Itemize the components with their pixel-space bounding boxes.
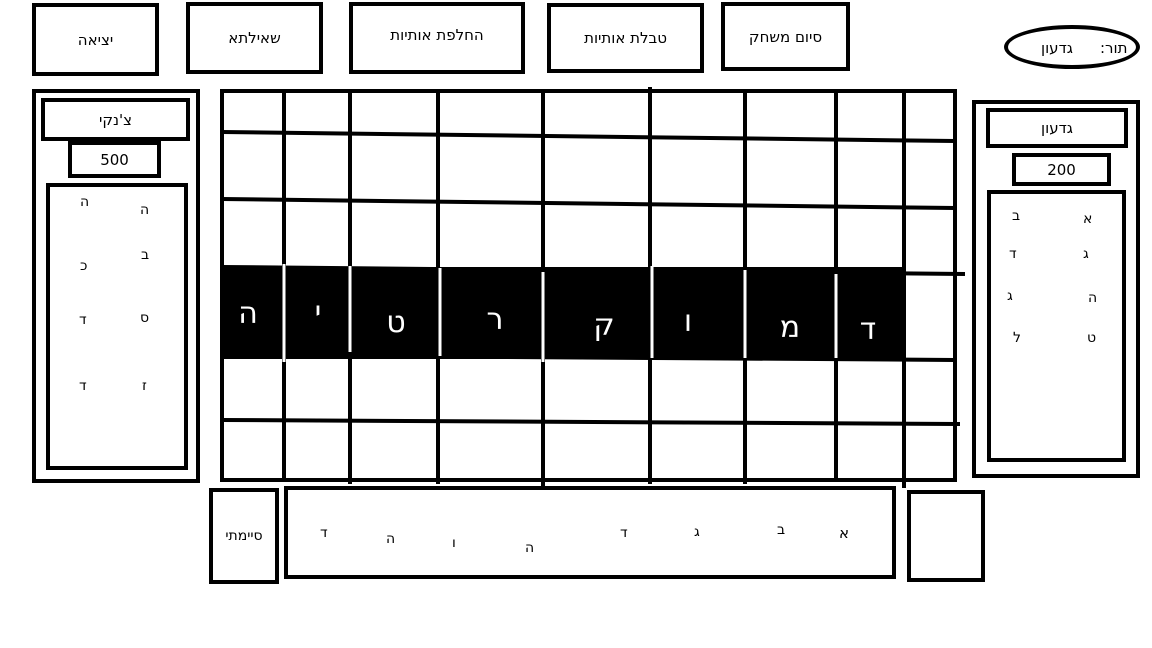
board-tile[interactable]: ר xyxy=(487,302,504,337)
extra-tile-slot[interactable] xyxy=(907,490,985,582)
rack-letter[interactable]: ב xyxy=(777,522,785,538)
rack-letter[interactable]: ה xyxy=(386,531,395,547)
rack-letter[interactable]: א xyxy=(839,524,849,542)
board-tile[interactable]: מ xyxy=(780,310,800,345)
rack-letter[interactable]: ד xyxy=(620,525,628,541)
rack-letter[interactable]: ג xyxy=(694,524,700,540)
board-tile[interactable]: ו xyxy=(684,304,692,339)
rack-letter[interactable]: ה xyxy=(525,540,534,556)
board-tile[interactable]: ד xyxy=(860,312,876,347)
word-strip xyxy=(223,267,905,359)
board-tile[interactable]: ה xyxy=(238,296,258,331)
finish-turn-label: סיימתי xyxy=(225,528,263,544)
board-tile[interactable]: ק xyxy=(593,308,614,343)
rack-letter[interactable]: ו xyxy=(452,535,456,551)
rack-letter[interactable]: ד xyxy=(320,525,328,541)
finish-turn-button[interactable]: סיימתי xyxy=(209,488,279,584)
board-tile[interactable]: ט xyxy=(386,305,405,340)
board-tile[interactable]: י xyxy=(315,295,322,330)
current-player-rack[interactable] xyxy=(284,486,896,579)
